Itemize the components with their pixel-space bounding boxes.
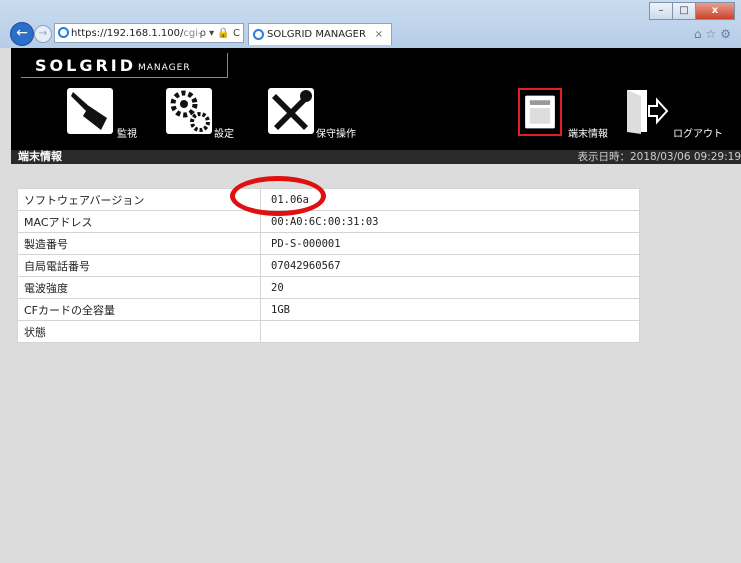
menu-item-settings[interactable]: 設定 [166,88,246,140]
table-row: MACアドレス 00:A0:6C:00:31:03 [17,210,640,233]
table-row: ソフトウェアバージョン 01.06a [17,188,640,211]
menu-item-maintenance[interactable]: 保守操作 [268,88,368,140]
tab-title: SOLGRID MANAGER [267,29,366,40]
forward-arrow-icon: → [38,28,48,39]
back-arrow-icon: ← [16,25,28,41]
logo-sub: MANAGER [138,63,191,73]
table-row: CFカードの全容量 1GB [17,298,640,321]
menu-label-terminal-info: 端末情報 [568,129,608,140]
browser-tab[interactable]: SOLGRID MANAGER × [248,23,392,45]
table-row: 自局電話番号 07042960567 [17,254,640,277]
menu-item-logout[interactable]: ログアウト [623,88,733,140]
terminal-device-icon [525,95,555,129]
tab-close-icon[interactable]: × [375,24,383,46]
highlight-circle [230,176,326,216]
browser-chrome: – □ x ← → https://192.168.1.100/cgi- ρ ▾… [0,0,741,48]
menu-label-logout: ログアウト [673,129,723,140]
address-controls[interactable]: ρ ▾ 🔒 C [200,24,240,42]
info-value: 00:A0:6C:00:31:03 [260,210,640,233]
logout-door-icon [627,90,669,134]
menu-label-settings: 設定 [214,129,234,140]
toolbar-icons[interactable]: ⌂☆⚙ [694,27,735,41]
solgrid-logo: SOLGRID MANAGER [21,53,228,78]
app-header: SOLGRID MANAGER 監視 設定 保守操作 端末情報 ログアウト [11,48,741,150]
display-datetime: 表示日時：2018/03/06 09:29:19 [577,151,741,163]
menu-label-maintenance: 保守操作 [316,129,356,140]
address-bar[interactable]: https://192.168.1.100/cgi- ρ ▾ 🔒 C [54,23,244,43]
main-content: ソフトウェアバージョン 01.06a MACアドレス 00:A0:6C:00:31:0… [11,164,741,563]
info-key: 電波強度 [17,276,261,299]
maximize-button[interactable]: □ [672,2,696,20]
ie-icon [58,27,69,38]
url-text: https://192.168.1.100/ [71,28,184,39]
info-key: 状態 [17,320,261,343]
info-key: ソフトウェアバージョン [17,188,261,211]
info-value: 07042960567 [260,254,640,277]
menu-item-monitor[interactable]: 監視 [67,88,147,140]
window-controls: – □ x [649,2,735,20]
page-title-bar: 端末情報 表示日時：2018/03/06 09:29:19 [11,150,741,164]
back-button[interactable]: ← [10,22,34,46]
terminal-info-table: ソフトウェアバージョン 01.06a MACアドレス 00:A0:6C:00:31:0… [17,188,640,343]
info-key: 自局電話番号 [17,254,261,277]
logo-main: SOLGRID [35,56,137,75]
ie-icon [253,29,264,40]
menu-item-terminal-info[interactable]: 端末情報 [518,88,618,140]
table-row: 電波強度 20 [17,276,640,299]
minimize-button[interactable]: – [649,2,673,20]
info-key: MACアドレス [17,210,261,233]
menu-label-monitor: 監視 [117,129,137,140]
table-row: 製造番号 PD-S-000001 [17,232,640,255]
table-row: 状態 [17,320,640,343]
tools-icon [268,88,314,134]
info-value: 20 [260,276,640,299]
gears-icon [166,88,212,134]
info-value: 1GB [260,298,640,321]
info-value: PD-S-000001 [260,232,640,255]
info-value [260,320,640,343]
info-key: 製造番号 [17,232,261,255]
forward-button[interactable]: → [34,25,52,43]
solgrid-app: SOLGRID MANAGER 監視 設定 保守操作 端末情報 ログアウト 端末… [11,48,741,563]
broom-icon [67,88,113,134]
info-key: CFカードの全容量 [17,298,261,321]
page-title: 端末情報 [18,150,62,163]
close-window-button[interactable]: x [695,2,735,20]
